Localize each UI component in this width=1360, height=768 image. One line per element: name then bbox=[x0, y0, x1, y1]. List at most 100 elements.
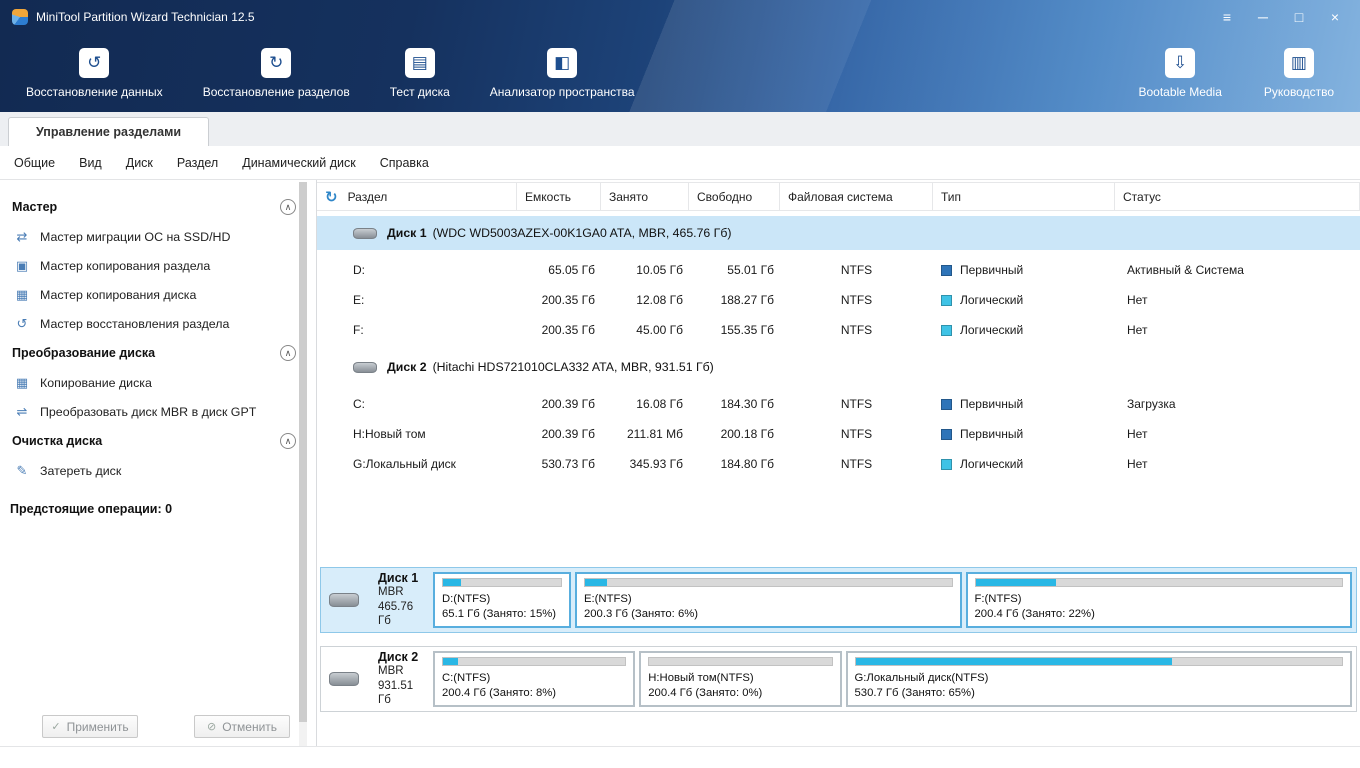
check-icon: ✓ bbox=[51, 720, 60, 733]
partition-label: G:Локальный диск(NTFS) bbox=[855, 671, 1343, 686]
toolbar-space-analyzer[interactable]: ◧ Анализатор пространства bbox=[490, 48, 635, 99]
toolbar-left: ↺Восстановление данных ↻Восстановление ра… bbox=[26, 48, 675, 99]
sidebar-section-title: Преобразование диска bbox=[12, 346, 155, 360]
sidebar-item[interactable]: ▤Удалить все разделы bbox=[0, 485, 316, 492]
sidebar-item[interactable]: ↺Мастер восстановления раздела bbox=[0, 309, 316, 338]
sidebar-item[interactable]: ▣Мастер копирования раздела bbox=[0, 251, 316, 280]
usage-bar bbox=[584, 578, 953, 587]
type-color-icon bbox=[941, 399, 952, 410]
disk-name: Диск 2 bbox=[378, 650, 429, 664]
sidebar-item[interactable]: ▦Копирование диска bbox=[0, 368, 316, 397]
menu-item[interactable]: Справка bbox=[368, 146, 441, 179]
menu-item[interactable]: Динамический диск bbox=[230, 146, 368, 179]
refresh-icon[interactable]: ↻ bbox=[325, 188, 338, 206]
tab-partition-management[interactable]: Управление разделами bbox=[8, 117, 209, 146]
partition-block[interactable]: F:(NTFS)200.4 Гб (Занято: 22%) bbox=[966, 572, 1353, 628]
partition-block[interactable]: C:(NTFS)200.4 Гб (Занято: 8%) bbox=[433, 651, 635, 707]
partition-row[interactable]: F:200.35 Гб45.00 Гб155.35 ГбNTFSЛогическ… bbox=[317, 315, 1360, 345]
toolbar-bootable-media[interactable]: ⇩Bootable Media bbox=[1138, 48, 1221, 99]
space-analyzer-icon: ◧ bbox=[547, 48, 577, 78]
column-header[interactable]: Свободно bbox=[689, 183, 780, 210]
partition-row[interactable]: G:Локальный диск530.73 Гб345.93 Гб184.80… bbox=[317, 449, 1360, 479]
toolbar-label: Анализатор пространства bbox=[490, 85, 635, 99]
partition-row[interactable]: E:200.35 Гб12.08 Гб188.27 ГбNTFSЛогическ… bbox=[317, 285, 1360, 315]
capacity-cell: 200.39 Гб bbox=[517, 389, 601, 419]
menubar: ОбщиеВидДискРазделДинамический дискСправ… bbox=[0, 146, 1360, 180]
capacity-cell: 65.05 Гб bbox=[517, 255, 601, 285]
column-header[interactable]: Файловая система bbox=[780, 183, 933, 210]
usage-fill bbox=[585, 579, 607, 586]
sidebar-item[interactable]: ⇄Мастер миграции ОС на SSD/HD bbox=[0, 222, 316, 251]
partition-label: H:Новый том(NTFS) bbox=[648, 671, 832, 686]
toolbar-data-recovery[interactable]: ↺Восстановление данных bbox=[26, 48, 163, 99]
free-cell: 188.27 Гб bbox=[689, 285, 780, 315]
disk-map-row[interactable]: Диск 2MBR931.51 ГбC:(NTFS)200.4 Гб (Заня… bbox=[320, 646, 1357, 712]
column-header[interactable]: Емкость bbox=[517, 183, 601, 210]
toolbar-guide[interactable]: ▥Руководство bbox=[1264, 48, 1334, 99]
type-color-icon bbox=[941, 265, 952, 276]
sidebar-item[interactable]: ⇌Преобразовать диск MBR в диск GPT bbox=[0, 397, 316, 426]
disk-size: 465.76 Гб bbox=[378, 600, 429, 630]
sidebar-section-header[interactable]: Мастер∧ bbox=[0, 192, 316, 222]
menu-item[interactable]: Диск bbox=[114, 146, 165, 179]
bootable-media-icon: ⇩ bbox=[1165, 48, 1195, 78]
menu-item[interactable]: Общие bbox=[2, 146, 67, 179]
partition-cell: H:Новый том bbox=[317, 419, 517, 449]
partition-row[interactable]: C:200.39 Гб16.08 Гб184.30 ГбNTFSПервичны… bbox=[317, 389, 1360, 419]
partition-row[interactable]: D:65.05 Гб10.05 Гб55.01 ГбNTFSПервичныйА… bbox=[317, 255, 1360, 285]
sidebar-item[interactable]: ✎Затереть диск bbox=[0, 456, 316, 485]
disk-map-partitions: C:(NTFS)200.4 Гб (Занято: 8%)H:Новый том… bbox=[429, 647, 1356, 711]
partition-row[interactable]: H:Новый том200.39 Гб211.81 Мб200.18 ГбNT… bbox=[317, 419, 1360, 449]
apply-button-label: Применить bbox=[67, 720, 129, 734]
toolbar-disk-test[interactable]: ▤Тест диска bbox=[390, 48, 450, 99]
status-cell: Загрузка bbox=[1115, 389, 1360, 419]
status-cell: Активный & Система bbox=[1115, 255, 1360, 285]
free-cell: 184.30 Гб bbox=[689, 389, 780, 419]
app-logo-icon bbox=[12, 9, 28, 25]
free-cell: 200.18 Гб bbox=[689, 419, 780, 449]
partition-block[interactable]: E:(NTFS)200.3 Гб (Занято: 6%) bbox=[575, 572, 962, 628]
column-header[interactable]: Тип bbox=[933, 183, 1115, 210]
disk-map-row[interactable]: Диск 1MBR465.76 ГбD:(NTFS)65.1 Гб (Занят… bbox=[320, 567, 1357, 633]
disk-header-row[interactable]: Диск 1(WDC WD5003AZEX-00K1GA0 ATA, MBR, … bbox=[317, 216, 1360, 250]
toolbar-partition-recovery[interactable]: ↻Восстановление разделов bbox=[203, 48, 350, 99]
recover-partition-icon: ↺ bbox=[14, 316, 30, 332]
partition-block[interactable]: G:Локальный диск(NTFS)530.7 Гб (Занято: … bbox=[846, 651, 1352, 707]
apply-button[interactable]: ✓ Применить bbox=[42, 715, 138, 738]
app-window: MiniTool Partition Wizard Technician 12.… bbox=[0, 0, 1360, 768]
menu-item[interactable]: Вид bbox=[67, 146, 114, 179]
sidebar-section-header[interactable]: Преобразование диска ∧ bbox=[0, 338, 316, 368]
partition-block[interactable]: H:Новый том(NTFS)200.4 Гб (Занято: 0%) bbox=[639, 651, 841, 707]
partition-block[interactable]: D:(NTFS)65.1 Гб (Занято: 15%) bbox=[433, 572, 571, 628]
chevron-up-icon[interactable]: ∧ bbox=[280, 199, 296, 215]
maximize-button[interactable]: □ bbox=[1286, 5, 1312, 29]
type-label: Первичный bbox=[960, 427, 1023, 441]
column-header[interactable]: Статус bbox=[1115, 183, 1360, 210]
data-recovery-icon: ↺ bbox=[79, 48, 109, 78]
menu-item[interactable]: Раздел bbox=[165, 146, 230, 179]
sidebar-scrollbar-thumb[interactable] bbox=[299, 182, 307, 722]
column-header[interactable]: ↻Раздел bbox=[317, 183, 517, 210]
sidebar-section-header[interactable]: Очистка диска∧ bbox=[0, 426, 316, 456]
usage-fill bbox=[443, 658, 458, 665]
delete-all-partitions-icon: ▤ bbox=[14, 492, 30, 493]
column-header-label: Занято bbox=[609, 190, 648, 204]
close-button[interactable]: × bbox=[1322, 5, 1348, 29]
sidebar-item[interactable]: ▦Мастер копирования диска bbox=[0, 280, 316, 309]
column-header-label: Тип bbox=[941, 190, 961, 204]
chevron-up-icon[interactable]: ∧ bbox=[280, 433, 296, 449]
menu-button[interactable]: ≡ bbox=[1214, 5, 1240, 29]
type-cell: Логический bbox=[933, 449, 1115, 479]
chevron-up-icon[interactable]: ∧ bbox=[280, 345, 296, 361]
sidebar-item-label: Затереть диск bbox=[40, 464, 121, 478]
disk-size: 931.51 Гб bbox=[378, 679, 429, 709]
partition-cell: E: bbox=[317, 285, 517, 315]
disk-details: (Hitachi HDS721010CLA332 ATA, MBR, 931.5… bbox=[433, 360, 714, 374]
disk-header-row[interactable]: Диск 2(Hitachi HDS721010CLA332 ATA, MBR,… bbox=[317, 350, 1360, 384]
column-header[interactable]: Занято bbox=[601, 183, 689, 210]
copy-disk-icon: ▦ bbox=[14, 375, 30, 391]
minimize-button[interactable]: ─ bbox=[1250, 5, 1276, 29]
cancel-button[interactable]: ⊘ Отменить bbox=[194, 715, 290, 738]
type-label: Первичный bbox=[960, 397, 1023, 411]
used-cell: 12.08 Гб bbox=[601, 285, 689, 315]
